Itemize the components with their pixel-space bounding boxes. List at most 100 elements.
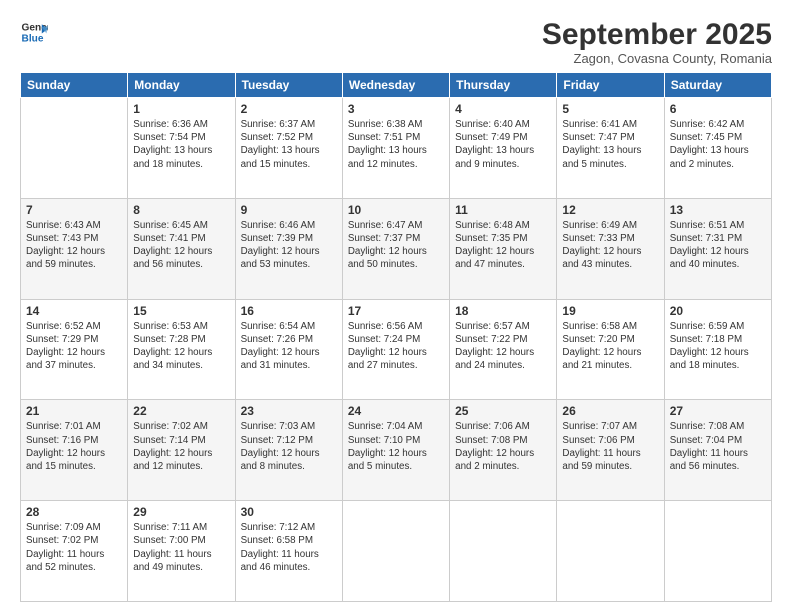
day-info: Sunrise: 6:52 AMSunset: 7:29 PMDaylight:… — [26, 320, 122, 373]
day-info: Sunrise: 6:40 AMSunset: 7:49 PMDaylight:… — [455, 118, 551, 171]
table-row: 1 Sunrise: 6:36 AMSunset: 7:54 PMDaylight… — [128, 98, 235, 199]
table-row: 9 Sunrise: 6:46 AMSunset: 7:39 PMDaylight… — [235, 198, 342, 299]
day-info: Sunrise: 7:01 AMSunset: 7:16 PMDaylight:… — [26, 420, 122, 473]
day-number: 22 — [133, 404, 229, 418]
table-row: 27 Sunrise: 7:08 AMSunset: 7:04 PMDayligh… — [664, 400, 771, 501]
day-info: Sunrise: 6:43 AMSunset: 7:43 PMDaylight:… — [26, 219, 122, 272]
calendar-week-row: 21 Sunrise: 7:01 AMSunset: 7:16 PMDayligh… — [21, 400, 772, 501]
table-row: 2 Sunrise: 6:37 AMSunset: 7:52 PMDaylight… — [235, 98, 342, 199]
table-row: 7 Sunrise: 6:43 AMSunset: 7:43 PMDaylight… — [21, 198, 128, 299]
day-info: Sunrise: 6:53 AMSunset: 7:28 PMDaylight:… — [133, 320, 229, 373]
day-info: Sunrise: 6:59 AMSunset: 7:18 PMDaylight:… — [670, 320, 766, 373]
day-number: 26 — [562, 404, 658, 418]
day-info: Sunrise: 7:09 AMSunset: 7:02 PMDaylight:… — [26, 521, 122, 574]
table-row — [342, 501, 449, 602]
table-row: 10 Sunrise: 6:47 AMSunset: 7:37 PMDayligh… — [342, 198, 449, 299]
table-row: 8 Sunrise: 6:45 AMSunset: 7:41 PMDaylight… — [128, 198, 235, 299]
svg-text:Blue: Blue — [22, 33, 44, 44]
day-number: 7 — [26, 203, 122, 217]
table-row: 11Sunrise: 6:48 AMSunset: 7:35 PMDayligh… — [450, 198, 557, 299]
day-number: 10 — [348, 203, 444, 217]
day-info: Sunrise: 7:07 AMSunset: 7:06 PMDaylight:… — [562, 420, 658, 473]
day-info: Sunrise: 7:08 AMSunset: 7:04 PMDaylight:… — [670, 420, 766, 473]
day-info: Sunrise: 7:04 AMSunset: 7:10 PMDaylight:… — [348, 420, 444, 473]
day-info: Sunrise: 6:57 AMSunset: 7:22 PMDaylight:… — [455, 320, 551, 373]
day-number: 9 — [241, 203, 337, 217]
header: General Blue September 2025 Zagon, Covas… — [20, 18, 772, 66]
day-number: 3 — [348, 102, 444, 116]
day-number: 23 — [241, 404, 337, 418]
table-row: 17 Sunrise: 6:56 AMSunset: 7:24 PMDayligh… — [342, 299, 449, 400]
day-number: 4 — [455, 102, 551, 116]
day-info: Sunrise: 6:49 AMSunset: 7:33 PMDaylight:… — [562, 219, 658, 272]
day-number: 5 — [562, 102, 658, 116]
table-row: 25Sunrise: 7:06 AMSunset: 7:08 PMDayligh… — [450, 400, 557, 501]
table-row — [21, 98, 128, 199]
table-row: 12Sunrise: 6:49 AMSunset: 7:33 PMDayligh… — [557, 198, 664, 299]
table-row: 20Sunrise: 6:59 AMSunset: 7:18 PMDayligh… — [664, 299, 771, 400]
calendar-week-row: 7 Sunrise: 6:43 AMSunset: 7:43 PMDaylight… — [21, 198, 772, 299]
day-number: 14 — [26, 304, 122, 318]
table-row: 26 Sunrise: 7:07 AMSunset: 7:06 PMDayligh… — [557, 400, 664, 501]
table-row: 30 Sunrise: 7:12 AMSunset: 6:58 PMDayligh… — [235, 501, 342, 602]
day-info: Sunrise: 6:46 AMSunset: 7:39 PMDaylight:… — [241, 219, 337, 272]
day-number: 17 — [348, 304, 444, 318]
day-number: 29 — [133, 505, 229, 519]
col-thursday: Thursday — [450, 73, 557, 98]
day-info: Sunrise: 6:51 AMSunset: 7:31 PMDaylight:… — [670, 219, 766, 272]
table-row: 22Sunrise: 7:02 AMSunset: 7:14 PMDayligh… — [128, 400, 235, 501]
col-saturday: Saturday — [664, 73, 771, 98]
table-row: 23 Sunrise: 7:03 AMSunset: 7:12 PMDayligh… — [235, 400, 342, 501]
day-info: Sunrise: 7:06 AMSunset: 7:08 PMDaylight:… — [455, 420, 551, 473]
col-sunday: Sunday — [21, 73, 128, 98]
day-info: Sunrise: 6:41 AMSunset: 7:47 PMDaylight:… — [562, 118, 658, 171]
calendar-header-row: Sunday Monday Tuesday Wednesday Thursday… — [21, 73, 772, 98]
day-number: 30 — [241, 505, 337, 519]
table-row: 4 Sunrise: 6:40 AMSunset: 7:49 PMDaylight… — [450, 98, 557, 199]
table-row — [557, 501, 664, 602]
location: Zagon, Covasna County, Romania — [542, 51, 772, 66]
day-info: Sunrise: 6:36 AMSunset: 7:54 PMDaylight:… — [133, 118, 229, 171]
table-row: 19 Sunrise: 6:58 AMSunset: 7:20 PMDayligh… — [557, 299, 664, 400]
table-row: 21 Sunrise: 7:01 AMSunset: 7:16 PMDayligh… — [21, 400, 128, 501]
day-info: Sunrise: 6:47 AMSunset: 7:37 PMDaylight:… — [348, 219, 444, 272]
calendar-week-row: 28 Sunrise: 7:09 AMSunset: 7:02 PMDayligh… — [21, 501, 772, 602]
day-info: Sunrise: 7:03 AMSunset: 7:12 PMDaylight:… — [241, 420, 337, 473]
day-info: Sunrise: 6:45 AMSunset: 7:41 PMDaylight:… — [133, 219, 229, 272]
col-wednesday: Wednesday — [342, 73, 449, 98]
col-monday: Monday — [128, 73, 235, 98]
col-friday: Friday — [557, 73, 664, 98]
day-number: 19 — [562, 304, 658, 318]
calendar-table: Sunday Monday Tuesday Wednesday Thursday… — [20, 72, 772, 602]
table-row — [450, 501, 557, 602]
day-info: Sunrise: 6:42 AMSunset: 7:45 PMDaylight:… — [670, 118, 766, 171]
day-number: 21 — [26, 404, 122, 418]
table-row: 13Sunrise: 6:51 AMSunset: 7:31 PMDayligh… — [664, 198, 771, 299]
day-number: 27 — [670, 404, 766, 418]
table-row: 29Sunrise: 7:11 AMSunset: 7:00 PMDayligh… — [128, 501, 235, 602]
logo: General Blue — [20, 18, 48, 46]
day-info: Sunrise: 6:58 AMSunset: 7:20 PMDaylight:… — [562, 320, 658, 373]
calendar-week-row: 1 Sunrise: 6:36 AMSunset: 7:54 PMDaylight… — [21, 98, 772, 199]
day-number: 1 — [133, 102, 229, 116]
day-info: Sunrise: 6:56 AMSunset: 7:24 PMDaylight:… — [348, 320, 444, 373]
day-number: 28 — [26, 505, 122, 519]
day-info: Sunrise: 6:37 AMSunset: 7:52 PMDaylight:… — [241, 118, 337, 171]
table-row: 16Sunrise: 6:54 AMSunset: 7:26 PMDayligh… — [235, 299, 342, 400]
day-info: Sunrise: 7:12 AMSunset: 6:58 PMDaylight:… — [241, 521, 337, 574]
col-tuesday: Tuesday — [235, 73, 342, 98]
day-number: 16 — [241, 304, 337, 318]
table-row: 18Sunrise: 6:57 AMSunset: 7:22 PMDayligh… — [450, 299, 557, 400]
table-row: 6Sunrise: 6:42 AMSunset: 7:45 PMDaylight… — [664, 98, 771, 199]
day-number: 11 — [455, 203, 551, 217]
table-row: 15 Sunrise: 6:53 AMSunset: 7:28 PMDayligh… — [128, 299, 235, 400]
day-info: Sunrise: 6:38 AMSunset: 7:51 PMDaylight:… — [348, 118, 444, 171]
day-number: 8 — [133, 203, 229, 217]
day-number: 24 — [348, 404, 444, 418]
table-row: 28 Sunrise: 7:09 AMSunset: 7:02 PMDayligh… — [21, 501, 128, 602]
table-row: 3 Sunrise: 6:38 AMSunset: 7:51 PMDaylight… — [342, 98, 449, 199]
logo-icon: General Blue — [20, 18, 48, 46]
day-number: 2 — [241, 102, 337, 116]
table-row: 5 Sunrise: 6:41 AMSunset: 7:47 PMDaylight… — [557, 98, 664, 199]
day-number: 15 — [133, 304, 229, 318]
